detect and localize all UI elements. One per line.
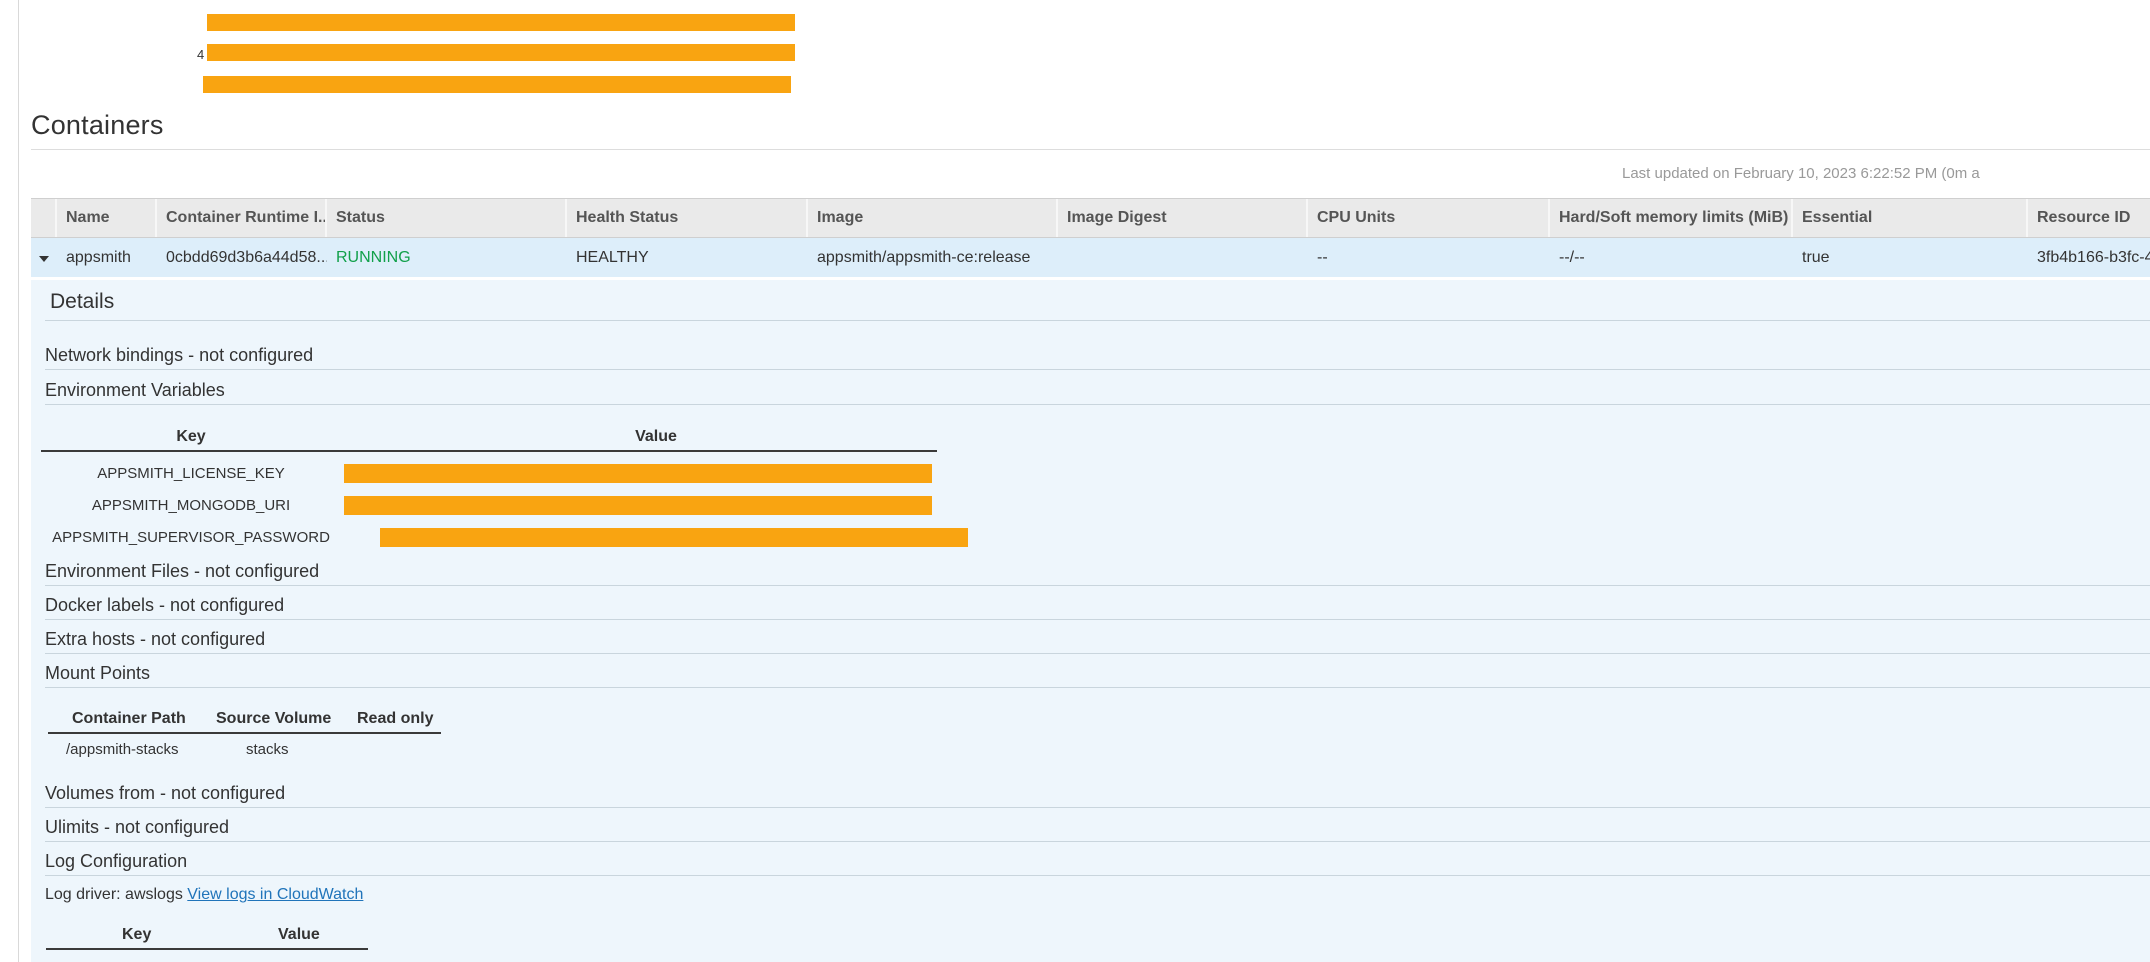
- containers-divider: [31, 149, 2150, 150]
- container-details-panel: Details Network bindings - not configure…: [31, 280, 2150, 962]
- mac-address-redaction-bar: [203, 76, 791, 93]
- env-var-row: APPSMITH_SUPERVISOR_PASSWORD: [31, 522, 2150, 554]
- column-header-health-status: Health Status: [567, 199, 808, 237]
- column-header-image-digest: Image Digest: [1058, 199, 1308, 237]
- log-options-table-underline: [46, 948, 368, 950]
- env-var-row: APPSMITH_MONGODB_URI: [31, 490, 2150, 522]
- env-var-key: APPSMITH_SUPERVISOR_PASSWORD: [41, 529, 341, 546]
- env-table-underline: [41, 450, 937, 452]
- details-divider: [45, 320, 2150, 321]
- env-var-key: APPSMITH_LICENSE_KEY: [41, 465, 341, 482]
- env-value-header: Value: [571, 428, 741, 446]
- column-header-essential: Essential: [1793, 199, 2028, 237]
- cell-image: appsmith/appsmith-ce:release: [808, 238, 1058, 277]
- cell-memory-limits: --/--: [1550, 238, 1793, 277]
- cell-runtime-id: 0cbdd69d3b6a44d58...: [157, 238, 327, 277]
- mount-table-underline: [48, 732, 441, 734]
- cell-image-digest: [1058, 238, 1308, 277]
- details-title: Details: [50, 290, 114, 314]
- log-options-key-header: Key: [122, 926, 151, 944]
- collapse-caret-icon[interactable]: [39, 256, 49, 262]
- mount-read-only-header: Read only: [357, 710, 433, 728]
- column-header-resource-id: Resource ID: [2028, 199, 2150, 237]
- cell-essential: true: [1793, 238, 2028, 277]
- mount-container-path-value: /appsmith-stacks: [66, 741, 179, 758]
- section-extra-hosts: Extra hosts - not configured: [45, 629, 2150, 654]
- cell-cpu-units: --: [1308, 238, 1550, 277]
- expand-column-header: [31, 199, 57, 237]
- column-header-image: Image: [808, 199, 1058, 237]
- section-environment-files: Environment Files - not configured: [45, 561, 2150, 586]
- column-header-cpu-units: CPU Units: [1308, 199, 1550, 237]
- public-ip-redaction-bar: [207, 44, 795, 61]
- cell-name: appsmith: [57, 238, 157, 277]
- log-driver-line: Log driver: awslogs View logs in CloudWa…: [45, 886, 363, 904]
- env-var-value-redaction-bar: [380, 528, 968, 547]
- content-panel-left-border: [18, 0, 19, 962]
- section-network-bindings: Network bindings - not configured: [45, 345, 2150, 370]
- containers-table-header: Name Container Runtime I... Status Healt…: [31, 198, 2150, 238]
- env-var-value-redaction-bar: [344, 496, 932, 515]
- section-ulimits: Ulimits - not configured: [45, 817, 2150, 842]
- container-row-appsmith[interactable]: appsmith 0cbdd69d3b6a44d58... RUNNING HE…: [31, 238, 2150, 277]
- section-environment-variables: Environment Variables: [45, 380, 2150, 405]
- mount-source-volume-value: stacks: [246, 741, 289, 758]
- column-header-runtime-id: Container Runtime I...: [157, 199, 327, 237]
- containers-section-title: Containers: [31, 110, 164, 141]
- column-header-name: Name: [57, 199, 157, 237]
- cell-health-status: HEALTHY: [567, 238, 808, 277]
- section-mount-points: Mount Points: [45, 663, 2150, 688]
- column-header-memory-limits: Hard/Soft memory limits (MiB) ...: [1550, 199, 1793, 237]
- containers-table: Name Container Runtime I... Status Healt…: [31, 198, 2150, 277]
- env-var-value-redaction-bar: [344, 464, 932, 483]
- log-options-value-header: Value: [278, 926, 320, 944]
- last-updated-text: Last updated on February 10, 2023 6:22:5…: [1622, 165, 1980, 182]
- public-ip-partial-text: 4: [197, 47, 204, 62]
- section-docker-labels: Docker labels - not configured: [45, 595, 2150, 620]
- view-logs-cloudwatch-link[interactable]: View logs in CloudWatch: [187, 886, 363, 903]
- column-header-status: Status: [327, 199, 567, 237]
- mount-container-path-header: Container Path: [72, 710, 186, 728]
- cell-status: RUNNING: [327, 238, 567, 277]
- ecs-task-details-page: Private IP Public IP 4 Mac address Conta…: [0, 0, 2150, 962]
- cell-resource-id: 3fb4b166-b3fc-4f9: [2028, 238, 2150, 277]
- mount-source-volume-header: Source Volume: [216, 710, 331, 728]
- env-var-row: APPSMITH_LICENSE_KEY: [31, 458, 2150, 490]
- section-volumes-from: Volumes from - not configured: [45, 783, 2150, 808]
- env-var-key: APPSMITH_MONGODB_URI: [41, 497, 341, 514]
- env-key-header: Key: [41, 428, 341, 446]
- section-log-configuration: Log Configuration: [45, 851, 2150, 876]
- log-driver-label: Log driver: awslogs: [45, 886, 183, 903]
- private-ip-redaction-bar: [207, 14, 795, 31]
